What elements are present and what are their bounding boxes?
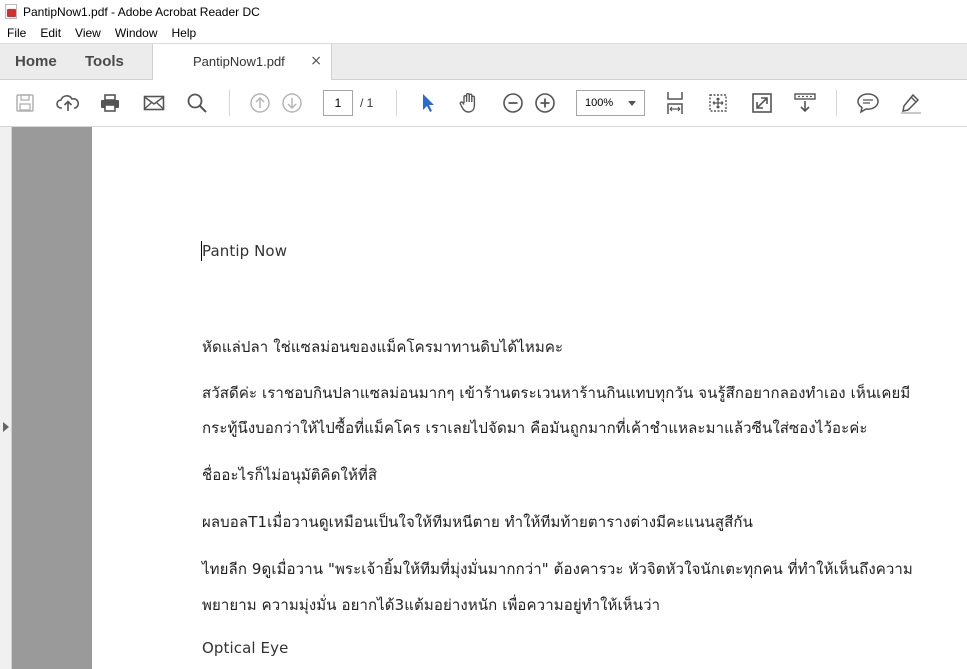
page-up-icon[interactable] xyxy=(248,91,272,115)
page-down-icon[interactable] xyxy=(280,91,304,115)
document-subheading: Optical Eye xyxy=(202,639,289,657)
print-icon[interactable] xyxy=(98,91,122,115)
hand-icon[interactable] xyxy=(457,91,481,115)
pdf-page[interactable]: Pantip Now หัดแล่ปลา ใช่แซลม่อนของแม็คโค… xyxy=(92,127,967,669)
zoom-in-icon[interactable] xyxy=(533,91,557,115)
toolbar-separator xyxy=(836,90,837,116)
tab-document[interactable]: PantipNow1.pdf × xyxy=(152,44,332,81)
save-icon[interactable] xyxy=(13,91,37,115)
close-icon[interactable]: × xyxy=(310,53,322,69)
chevron-right-icon[interactable] xyxy=(3,422,9,432)
scroll-mode-icon[interactable] xyxy=(706,91,730,115)
read-mode-icon[interactable] xyxy=(793,91,817,115)
document-line: ชื่ออะไรก็ไม่อนุมัติคิดให้ที่สิ xyxy=(202,466,378,484)
tab-document-label: PantipNow1.pdf xyxy=(193,54,285,69)
page-total: / 1 xyxy=(360,96,374,110)
menu-bar: File Edit View Window Help xyxy=(0,23,967,43)
chevron-down-icon xyxy=(628,101,636,106)
select-cursor-icon[interactable] xyxy=(415,91,439,115)
comment-icon[interactable] xyxy=(856,91,880,115)
fit-page-icon[interactable] xyxy=(663,91,687,115)
fullscreen-icon[interactable] xyxy=(750,91,774,115)
navigation-pane-rail[interactable] xyxy=(0,127,12,669)
window-title: PantipNow1.pdf - Adobe Acrobat Reader DC xyxy=(23,4,260,19)
email-icon[interactable] xyxy=(142,91,166,115)
toolbar: 1 / 1 100% xyxy=(0,80,967,127)
title-bar: PantipNow1.pdf - Adobe Acrobat Reader DC xyxy=(0,0,967,23)
menu-edit[interactable]: Edit xyxy=(33,26,68,40)
page-number-input[interactable]: 1 xyxy=(323,90,353,116)
menu-window[interactable]: Window xyxy=(108,26,165,40)
document-line: หัดแล่ปลา ใช่แซลม่อนของแม็คโครมาทานดิบได… xyxy=(202,338,564,356)
pdf-app-icon xyxy=(5,4,18,19)
menu-view[interactable]: View xyxy=(68,26,108,40)
document-line: พยายาม ความมุ่งมั่น อยากได้3แต้มอย่างหนั… xyxy=(202,596,661,614)
document-line: สวัสดีค่ะ เราชอบกินปลาแซลม่อนมากๆ เข้าร้… xyxy=(202,384,911,402)
zoom-value: 100% xyxy=(585,97,614,109)
document-line: ไทยลีก 9ดูเมื่อวาน "พระเจ้ายิ้มให้ทีมที่… xyxy=(202,560,913,578)
document-background xyxy=(12,127,92,669)
menu-file[interactable]: File xyxy=(0,26,33,40)
document-line: ผลบอลT1เมื่อวานดูเหมือนเป็นใจให้ทีมหนีตา… xyxy=(202,513,753,531)
menu-help[interactable]: Help xyxy=(165,26,204,40)
tab-home[interactable]: Home xyxy=(15,44,57,80)
upload-icon[interactable] xyxy=(56,91,80,115)
document-heading: Pantip Now xyxy=(202,242,288,260)
zoom-select[interactable]: 100% xyxy=(576,90,645,116)
document-line: กระทู้นึงบอกว่าให้ไปซื้อที่แม็คโคร เราเล… xyxy=(202,419,868,437)
search-icon[interactable] xyxy=(185,91,209,115)
tab-tools[interactable]: Tools xyxy=(85,44,124,80)
toolbar-separator xyxy=(229,90,230,116)
highlight-icon[interactable] xyxy=(899,91,923,115)
zoom-out-icon[interactable] xyxy=(501,91,525,115)
toolbar-separator xyxy=(396,90,397,116)
tab-bar: Home Tools PantipNow1.pdf × xyxy=(0,43,967,81)
